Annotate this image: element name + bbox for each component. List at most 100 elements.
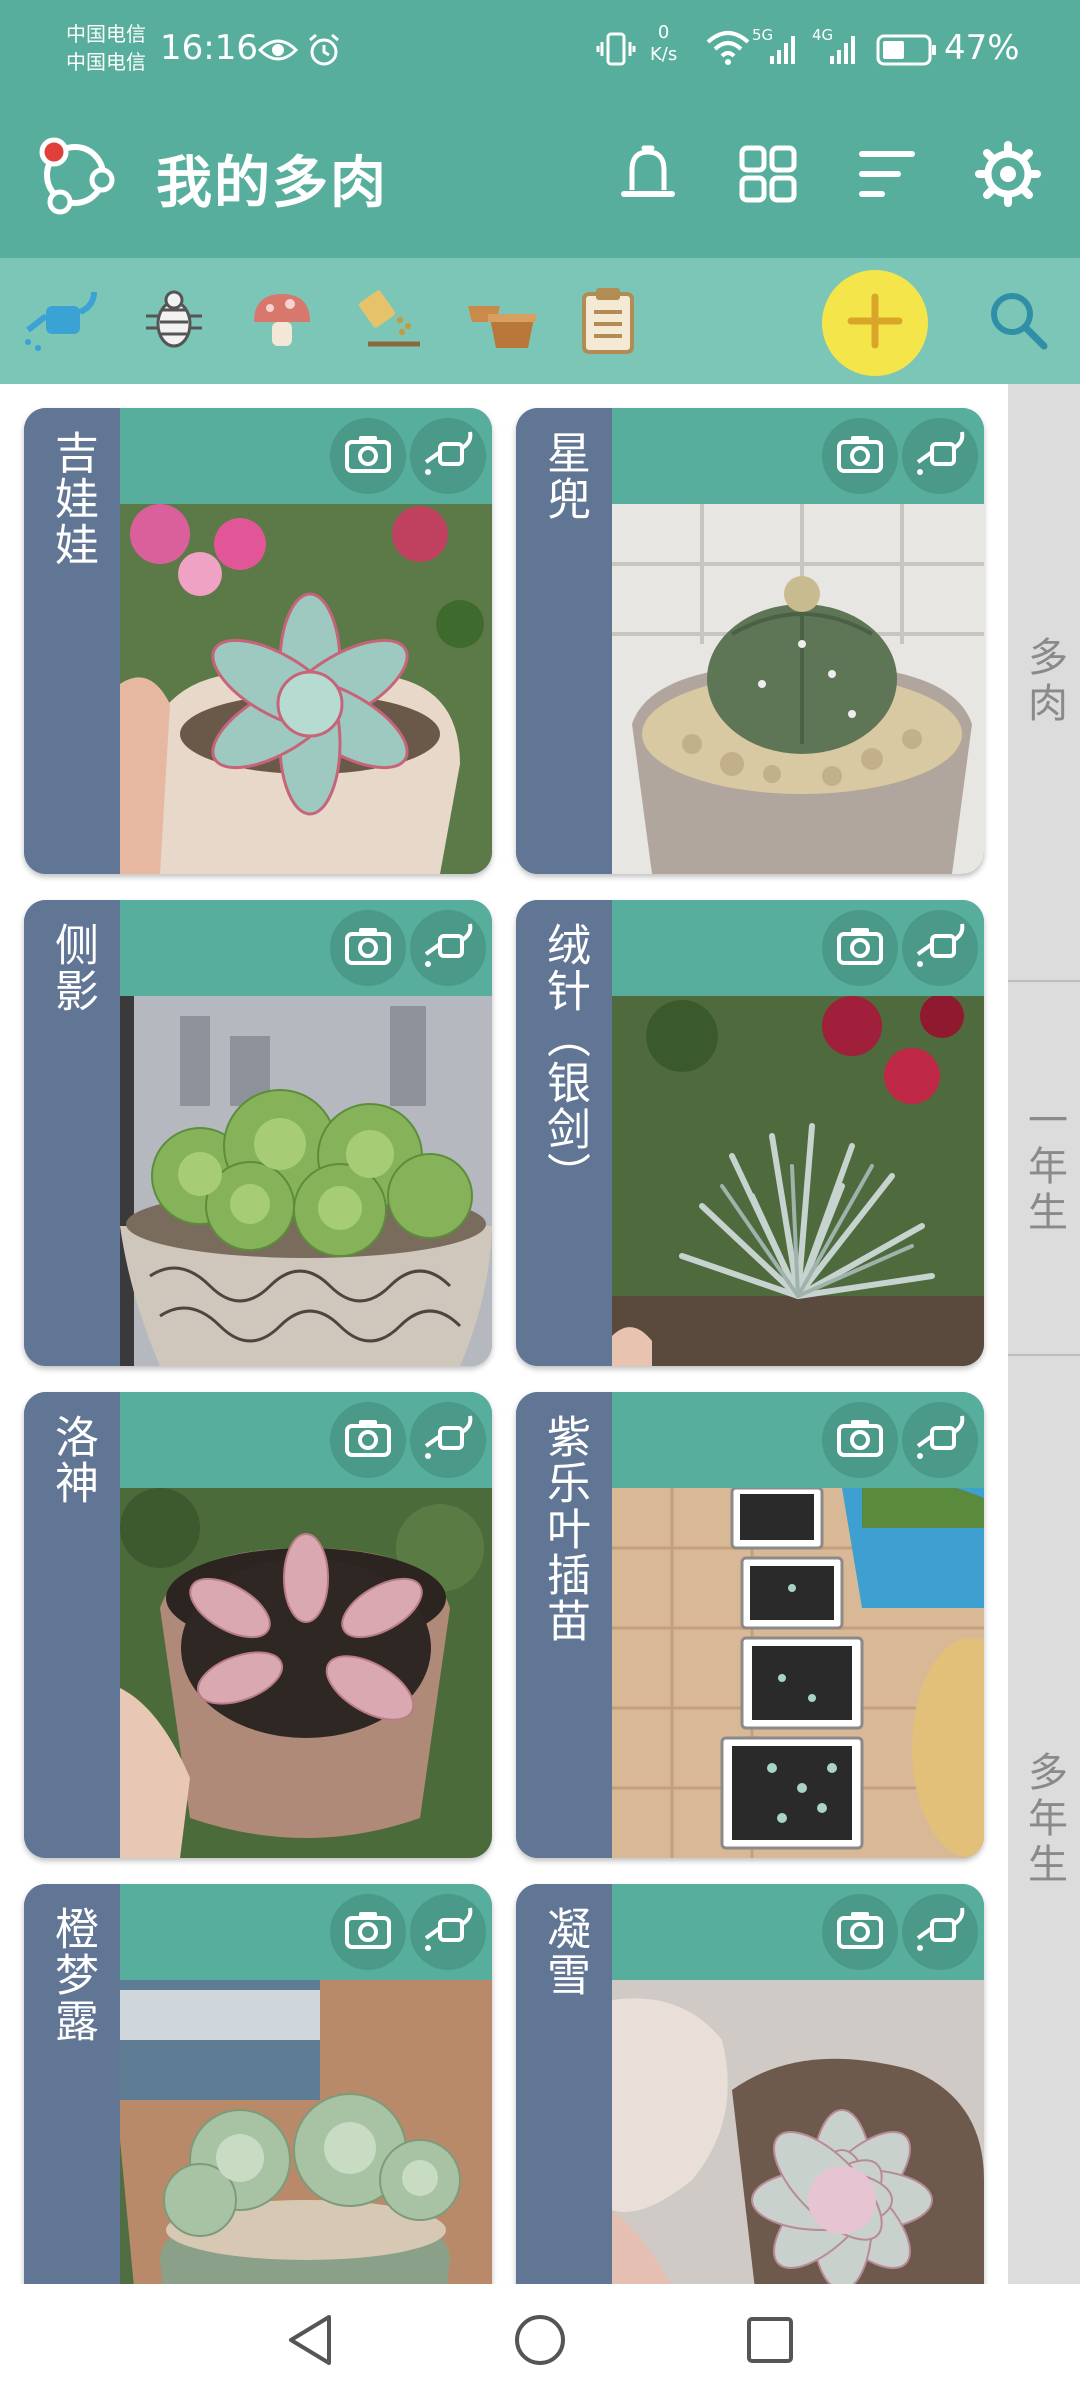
category-index: 多肉 一年生 多年生 bbox=[1008, 384, 1080, 2284]
sort-button[interactable] bbox=[846, 136, 926, 216]
plant-name-text: 橙梦露 bbox=[47, 1906, 98, 2044]
camera-icon bbox=[344, 434, 392, 478]
camera-icon bbox=[836, 434, 884, 478]
settings-button[interactable] bbox=[968, 136, 1048, 216]
plant-name: 紫乐叶插苗 bbox=[516, 1392, 612, 1858]
plant-photo bbox=[120, 504, 492, 874]
plant-name: 绒针（银剑） bbox=[516, 900, 612, 1366]
add-plant-button[interactable] bbox=[822, 270, 928, 376]
watering-can-icon bbox=[914, 430, 966, 482]
camera-button[interactable] bbox=[822, 418, 898, 494]
card-header bbox=[612, 1392, 984, 1488]
camera-icon bbox=[344, 1910, 392, 1954]
watering-can-icon bbox=[914, 922, 966, 974]
search-button[interactable] bbox=[976, 280, 1060, 364]
watering-can-icon bbox=[22, 284, 102, 360]
plant-photo bbox=[612, 1488, 984, 1858]
fertilize-filter-button[interactable] bbox=[352, 280, 436, 364]
camera-button[interactable] bbox=[822, 910, 898, 986]
plant-card[interactable]: 吉娃娃 bbox=[24, 408, 492, 874]
plant-photo bbox=[120, 996, 492, 1366]
category-annual[interactable]: 一年生 bbox=[1008, 982, 1080, 1354]
action-toolbar bbox=[0, 258, 1080, 384]
camera-icon bbox=[836, 926, 884, 970]
recents-square-icon bbox=[745, 2315, 795, 2369]
water-button[interactable] bbox=[410, 910, 486, 986]
plant-photo bbox=[612, 996, 984, 1366]
record-filter-button[interactable] bbox=[566, 280, 650, 364]
pest-filter-button[interactable] bbox=[132, 280, 216, 364]
grid-view-button[interactable] bbox=[728, 136, 808, 216]
camera-icon bbox=[836, 1418, 884, 1462]
sort-icon bbox=[856, 146, 916, 206]
home-circle-icon bbox=[513, 2313, 567, 2371]
plant-photo bbox=[120, 1488, 492, 1858]
plant-card[interactable]: 侧影 bbox=[24, 900, 492, 1366]
plant-card[interactable]: 星兜 bbox=[516, 408, 984, 874]
card-header bbox=[120, 408, 492, 504]
water-button[interactable] bbox=[902, 910, 978, 986]
plant-name: 凝雪 bbox=[516, 1884, 612, 2350]
carrier-1: 中国电信 bbox=[66, 22, 146, 46]
plant-name-text: 星兜 bbox=[539, 430, 590, 522]
gear-icon bbox=[975, 141, 1041, 211]
water-button[interactable] bbox=[410, 1402, 486, 1478]
card-header bbox=[120, 1884, 492, 1980]
camera-button[interactable] bbox=[822, 1894, 898, 1970]
card-header bbox=[120, 900, 492, 996]
plant-name: 吉娃娃 bbox=[24, 408, 120, 874]
water-button[interactable] bbox=[410, 418, 486, 494]
back-button[interactable] bbox=[278, 2310, 342, 2374]
category-label: 多年生 bbox=[1021, 1751, 1067, 1889]
bell-icon bbox=[618, 142, 678, 210]
recents-button[interactable] bbox=[738, 2310, 802, 2374]
plant-card[interactable]: 绒针（银剑） bbox=[516, 900, 984, 1366]
water-filter-button[interactable] bbox=[20, 280, 104, 364]
battery-percent: 47% bbox=[944, 28, 1020, 68]
home-button[interactable] bbox=[508, 2310, 572, 2374]
net-speed-value: 0 bbox=[657, 22, 670, 43]
category-perennial[interactable]: 多年生 bbox=[1008, 1356, 1080, 2284]
plant-name-text: 凝雪 bbox=[539, 1906, 590, 1998]
camera-button[interactable] bbox=[330, 418, 406, 494]
repot-icon bbox=[464, 288, 536, 356]
notification-button[interactable] bbox=[608, 136, 688, 216]
clipboard-icon bbox=[580, 286, 636, 358]
search-icon bbox=[986, 288, 1050, 356]
plant-name: 洛神 bbox=[24, 1392, 120, 1858]
watering-can-icon bbox=[422, 430, 474, 482]
disease-filter-button[interactable] bbox=[240, 280, 324, 364]
network-speed: 0 K/s bbox=[650, 22, 677, 66]
water-button[interactable] bbox=[902, 1894, 978, 1970]
watering-can-icon bbox=[914, 1414, 966, 1466]
plant-card[interactable]: 洛神 bbox=[24, 1392, 492, 1858]
category-label: 一年生 bbox=[1021, 1099, 1067, 1237]
bug-icon bbox=[142, 288, 206, 356]
card-header bbox=[612, 1884, 984, 1980]
repot-filter-button[interactable] bbox=[458, 280, 542, 364]
plant-card[interactable]: 凝雪 bbox=[516, 1884, 984, 2350]
vibrate-icon bbox=[596, 30, 636, 72]
water-button[interactable] bbox=[902, 1402, 978, 1478]
plant-photo bbox=[612, 504, 984, 874]
camera-button[interactable] bbox=[822, 1402, 898, 1478]
camera-button[interactable] bbox=[330, 1402, 406, 1478]
eye-icon bbox=[257, 36, 299, 68]
plant-card[interactable]: 紫乐叶插苗 bbox=[516, 1392, 984, 1858]
camera-button[interactable] bbox=[330, 910, 406, 986]
camera-button[interactable] bbox=[330, 1894, 406, 1970]
water-button[interactable] bbox=[902, 418, 978, 494]
category-succulents[interactable]: 多肉 bbox=[1008, 384, 1080, 980]
plant-card[interactable]: 橙梦露 bbox=[24, 1884, 492, 2350]
plant-name: 星兜 bbox=[516, 408, 612, 874]
water-button[interactable] bbox=[410, 1894, 486, 1970]
watering-can-icon bbox=[422, 1906, 474, 1958]
signal-2-icon bbox=[830, 34, 858, 68]
grid-icon bbox=[738, 144, 798, 208]
app-logo-icon bbox=[30, 130, 120, 224]
camera-icon bbox=[344, 1418, 392, 1462]
carrier-2: 中国电信 bbox=[66, 50, 146, 74]
clock: 16:16 bbox=[160, 28, 258, 68]
net-speed-unit: K/s bbox=[650, 44, 678, 65]
plant-name-text: 紫乐叶插苗 bbox=[539, 1414, 590, 1644]
